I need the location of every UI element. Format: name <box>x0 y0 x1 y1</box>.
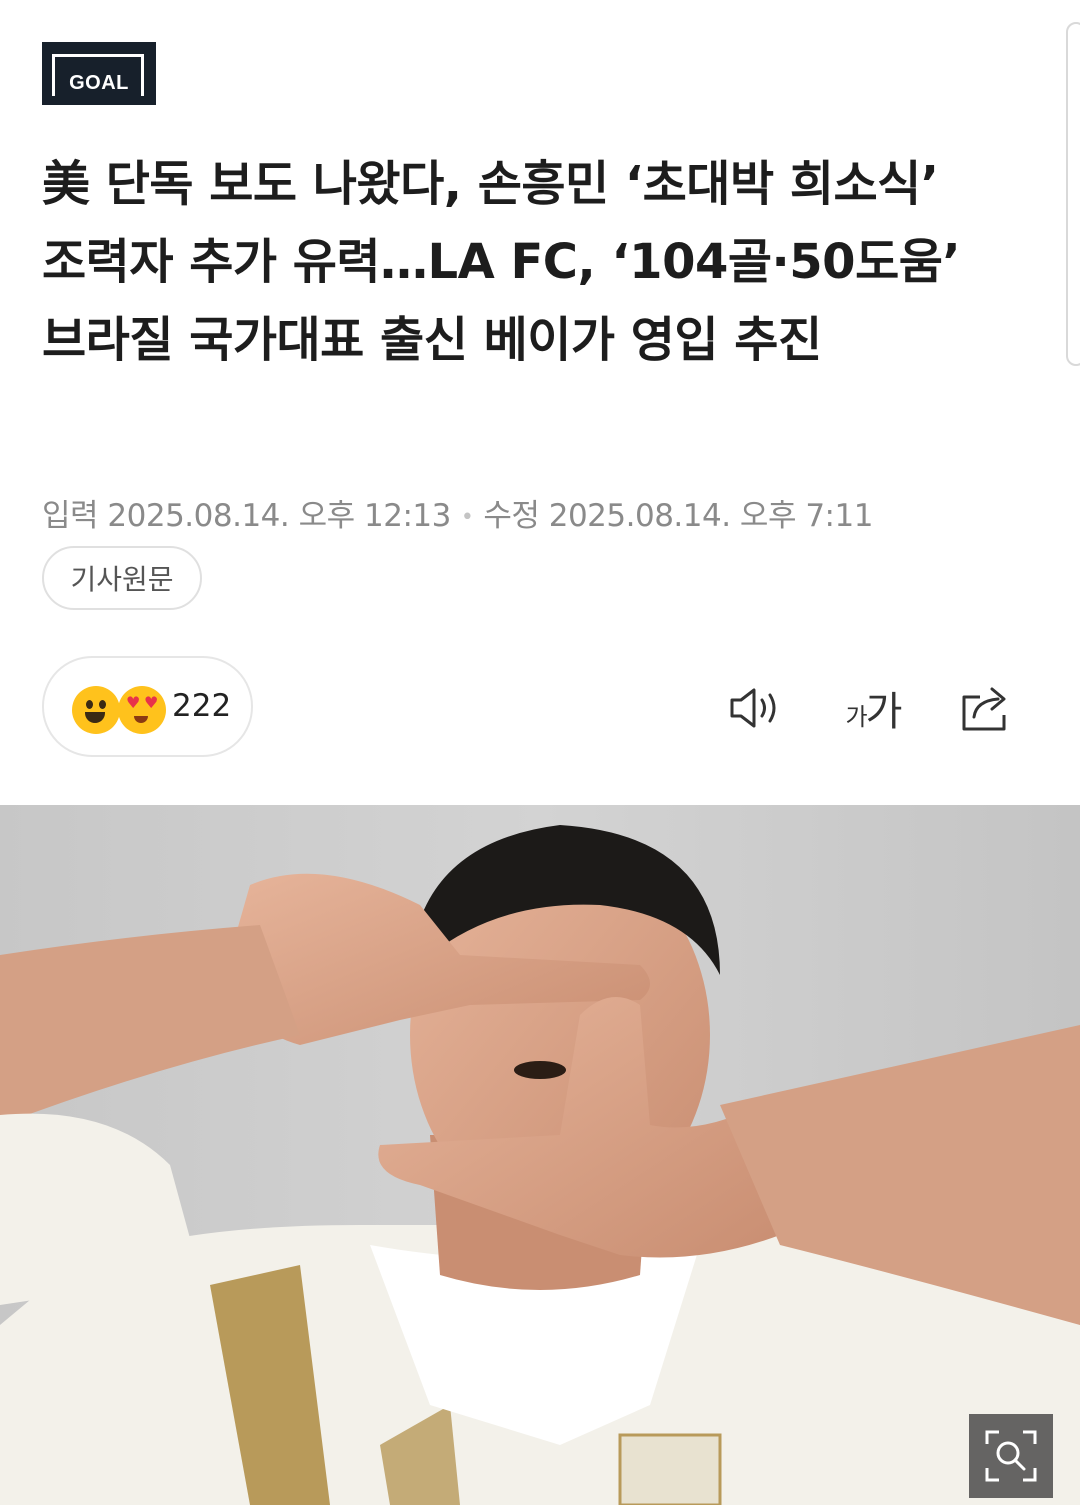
share-icon[interactable] <box>956 680 1016 736</box>
smile-emoji-icon <box>72 686 120 734</box>
reaction-button[interactable]: ♥ ♥ 222 <box>42 656 253 757</box>
speaker-icon[interactable] <box>726 680 786 736</box>
modified-label: 수정 <box>483 498 540 534</box>
goal-logo-text: GOAL <box>69 72 129 94</box>
reaction-count: 222 <box>172 688 232 724</box>
modified-time: 2025.08.14. 오후 7:11 <box>548 498 874 534</box>
zoom-search-icon[interactable] <box>969 1414 1053 1498</box>
article-headline: 美 단독 보도 나왔다, 손흥민 ‘초대박 희소식’ 조력자 추가 유력…LA … <box>42 156 961 368</box>
original-article-button[interactable]: 기사원문 <box>42 546 202 610</box>
input-label: 입력 <box>42 498 99 534</box>
font-small-glyph: 가 <box>845 703 868 731</box>
font-large-glyph: 가 <box>865 689 903 735</box>
input-time: 2025.08.14. 오후 12:13 <box>107 498 451 534</box>
goal-logo[interactable]: GOAL <box>42 42 156 105</box>
scroll-indicator[interactable] <box>1066 22 1080 366</box>
font-size-icon[interactable]: 가가 <box>838 680 908 736</box>
meta-separator: • <box>460 505 474 530</box>
player-photo-illustration <box>0 805 1080 1505</box>
article-photo[interactable] <box>0 805 1080 1505</box>
article-timestamps: 입력 2025.08.14. 오후 12:13 • 수정 2025.08.14. 오… <box>42 490 873 535</box>
heart-eyes-emoji-icon: ♥ ♥ <box>118 686 166 734</box>
